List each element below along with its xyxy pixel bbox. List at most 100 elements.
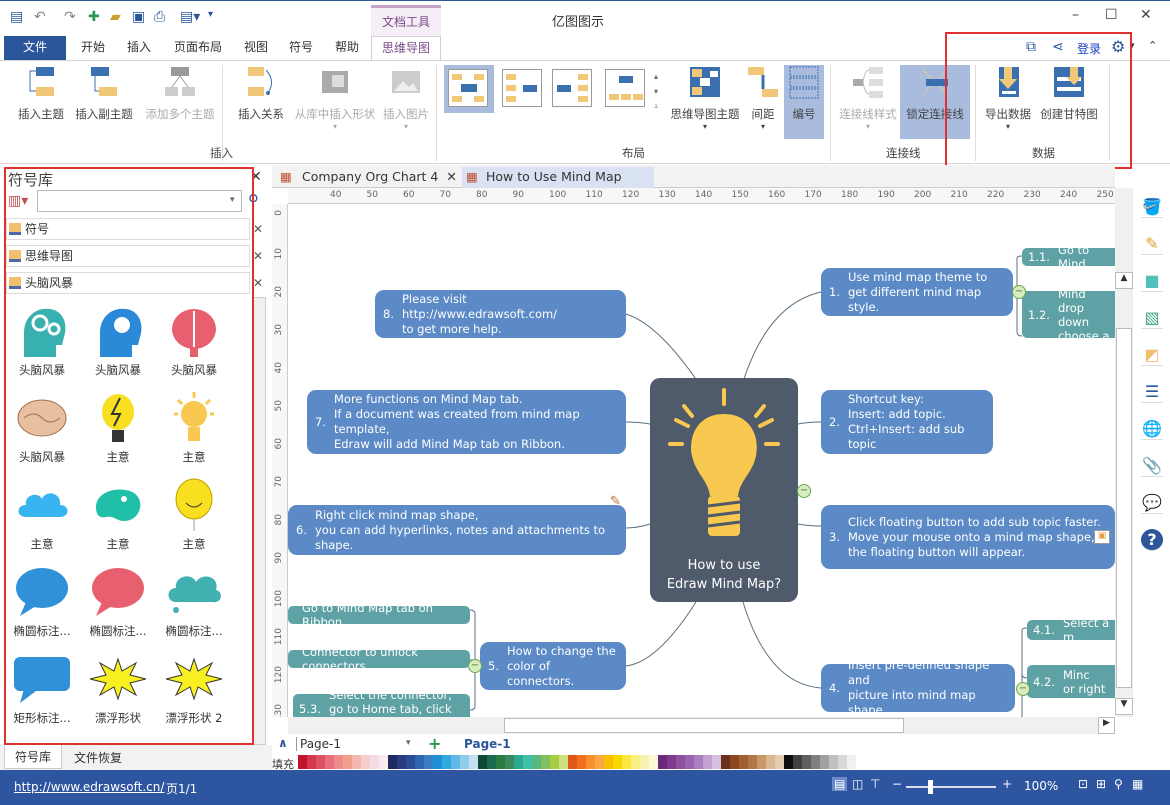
connector-style-button[interactable]: 连接线样式 ▾ [836, 65, 900, 131]
scroll-up-button[interactable]: ▲ [1115, 272, 1133, 289]
redo-icon[interactable]: ↷ [64, 9, 76, 25]
color-swatch[interactable] [442, 755, 451, 769]
color-swatch[interactable] [550, 755, 559, 769]
tab-symbol-library[interactable]: 符号库 [4, 745, 62, 769]
vertical-scroll-thumb[interactable] [1116, 328, 1132, 688]
topic-node[interactable]: 6. Right click mind map shape, you can ad… [288, 505, 626, 555]
drawing-canvas[interactable]: How to use Edraw Mind Map? − 1. Use mind … [288, 204, 1115, 717]
attachment-icon[interactable]: 📎 [1141, 455, 1163, 477]
subtopic-node[interactable]: 1.1. Go to Mind [1022, 248, 1115, 266]
color-swatch[interactable] [685, 755, 694, 769]
insert-subtopic-button[interactable]: 插入副主题 [72, 65, 136, 122]
layout-radial-button[interactable] [444, 65, 494, 113]
color-swatch[interactable] [757, 755, 766, 769]
normal-view-icon[interactable]: ▤ [832, 777, 848, 791]
website-link[interactable]: http://www.edrawsoft.cn/ [14, 780, 164, 794]
zoom-slider-handle[interactable] [928, 780, 933, 794]
color-swatch[interactable] [568, 755, 577, 769]
shape-icon[interactable]: ■ [1141, 270, 1163, 292]
color-swatch[interactable] [379, 755, 388, 769]
color-swatch[interactable] [766, 755, 775, 769]
color-swatch[interactable] [505, 755, 514, 769]
vertical-scrollbar[interactable]: ▲ ▼ [1115, 188, 1133, 717]
color-swatch[interactable] [307, 755, 316, 769]
export-icon[interactable]: ▤▾ [180, 9, 200, 25]
new-icon[interactable]: ✚ [88, 9, 100, 25]
color-swatch[interactable] [838, 755, 847, 769]
zoom-search-icon[interactable]: ⚲ [1114, 777, 1123, 791]
insert-shape-from-library-button[interactable]: 从库中插入形状 ▾ [292, 65, 378, 131]
page-dropdown-icon[interactable]: ▾ [406, 738, 411, 748]
color-swatch[interactable] [496, 755, 505, 769]
color-swatch[interactable] [406, 755, 415, 769]
topic-node[interactable]: 5. How to change the color of connectors. [480, 642, 626, 690]
library-scrollbar[interactable] [252, 297, 266, 745]
tab-home[interactable]: 开始 [72, 36, 114, 60]
color-swatch[interactable] [631, 755, 640, 769]
collapse-button[interactable]: − [1012, 285, 1026, 299]
minimize-button[interactable]: – [1072, 7, 1079, 23]
customize-icon[interactable]: ▾ [208, 9, 213, 20]
topic-node[interactable]: 4. Insert pre-defined shape and picture i… [821, 658, 1015, 717]
close-button[interactable]: ✕ [1140, 7, 1152, 23]
save-icon[interactable]: ▣ [132, 9, 145, 25]
line-icon[interactable]: ✎ [1141, 233, 1163, 255]
print-icon[interactable]: ⎙ [154, 9, 165, 25]
color-swatch[interactable] [793, 755, 802, 769]
color-swatch[interactable] [559, 755, 568, 769]
color-swatch[interactable] [415, 755, 424, 769]
tab-insert[interactable]: 插入 [118, 36, 160, 60]
layout-scroll-buttons[interactable]: ▴ ▾ ⩡ [654, 69, 659, 114]
numbering-button[interactable]: 编号 [784, 65, 824, 139]
spacing-button[interactable]: 间距 ▾ [746, 65, 780, 131]
doc-tab-mind-map[interactable]: ▦ How to Use Mind Map [462, 167, 654, 188]
tab-view[interactable]: 视图 [236, 36, 276, 60]
color-swatch[interactable] [586, 755, 595, 769]
color-swatch[interactable] [712, 755, 721, 769]
scroll-right-button[interactable]: ▶ [1098, 717, 1115, 734]
collapse-button[interactable]: − [797, 484, 811, 498]
color-swatch[interactable] [424, 755, 433, 769]
presentation-icon[interactable]: ⊤ [870, 777, 880, 791]
horizontal-scrollbar[interactable]: ▶ [288, 717, 1115, 734]
color-swatch[interactable] [829, 755, 838, 769]
page-select[interactable]: Page-1 [296, 737, 416, 751]
color-swatch[interactable] [388, 755, 397, 769]
topic-node[interactable]: 3. Click floating button to add sub topic… [821, 505, 1115, 569]
layout-left-button[interactable] [552, 69, 592, 107]
insert-relation-button[interactable]: 插入关系 [232, 65, 290, 122]
color-swatch[interactable] [514, 755, 523, 769]
insert-topic-button[interactable]: 插入主题 [12, 65, 70, 122]
zoom-slider[interactable] [906, 780, 996, 794]
color-swatch[interactable] [730, 755, 739, 769]
close-icon[interactable]: ✕ [253, 246, 263, 266]
color-swatch[interactable] [397, 755, 406, 769]
color-swatch[interactable] [658, 755, 667, 769]
color-swatch[interactable] [478, 755, 487, 769]
color-swatch[interactable] [460, 755, 469, 769]
topic-node[interactable]: 2. Shortcut key: Insert: add topic. Ctrl+… [821, 390, 993, 454]
close-icon[interactable]: ✕ [446, 169, 456, 184]
color-swatch[interactable] [487, 755, 496, 769]
fill-icon[interactable]: 🪣 [1141, 196, 1163, 218]
color-swatch[interactable] [748, 755, 757, 769]
grid-icon[interactable]: ▦ [1132, 777, 1143, 791]
collapse-ribbon-icon[interactable]: ⌃ [1148, 39, 1157, 52]
color-swatch[interactable] [595, 755, 604, 769]
zoom-in-button[interactable]: + [1002, 777, 1012, 791]
color-swatch[interactable] [334, 755, 343, 769]
color-swatch[interactable] [721, 755, 730, 769]
zoom-level[interactable]: 100% [1024, 779, 1058, 793]
subtopic-node[interactable]: 4.2. Go to Minc or right clic [1027, 665, 1115, 698]
tab-file[interactable]: 文件 [4, 36, 66, 60]
layout-right-button[interactable] [502, 69, 542, 107]
zoom-out-button[interactable]: − [892, 777, 902, 791]
tab-file-recovery[interactable]: 文件恢复 [74, 749, 122, 766]
layer-icon[interactable]: ◩ [1141, 344, 1163, 366]
subtopic-node[interactable]: Connector to unlock connectors [288, 650, 470, 668]
color-swatch[interactable] [694, 755, 703, 769]
color-swatch[interactable] [649, 755, 658, 769]
open-icon[interactable]: ▰ [110, 9, 121, 25]
expand-pages-icon[interactable]: ∧ [278, 736, 288, 750]
color-swatch[interactable] [784, 755, 793, 769]
